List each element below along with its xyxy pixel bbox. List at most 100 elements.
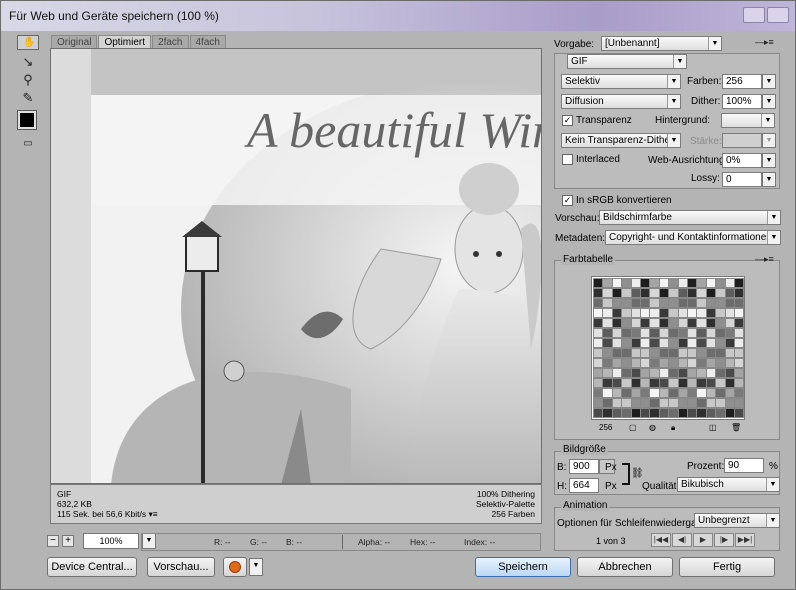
color-swatch-cell[interactable] xyxy=(734,348,745,358)
constrain-proportions-icon[interactable]: ⛓ xyxy=(631,468,644,479)
zoom-controls: − + 100% ▼ xyxy=(47,533,156,549)
amount-dropdown-arrow: ▼ xyxy=(762,133,776,148)
shift-to-web-palette-icon[interactable]: ◍ xyxy=(649,423,656,432)
percent-field[interactable]: 90 xyxy=(724,458,764,473)
color-swatch-cell[interactable] xyxy=(734,378,745,388)
last-frame-icon[interactable]: ▶▶| xyxy=(735,533,755,547)
web-snap-field[interactable]: 0% xyxy=(722,153,762,168)
image-preview[interactable]: A beautiful Win xyxy=(50,48,542,484)
dither-algorithm-select[interactable]: Diffusion ▼ xyxy=(561,94,681,109)
next-frame-icon[interactable]: |▶ xyxy=(714,533,734,547)
info-format: GIF xyxy=(57,489,72,499)
minimize-button[interactable] xyxy=(743,7,765,23)
width-field[interactable]: 900 xyxy=(569,459,599,474)
info-palette: Selektiv-Palette xyxy=(475,499,535,509)
srgb-checkbox[interactable]: ✓ xyxy=(562,195,573,206)
interlaced-checkbox[interactable] xyxy=(562,154,573,165)
color-swatch-cell[interactable] xyxy=(734,358,745,368)
srgb-label: In sRGB konvertieren xyxy=(576,195,672,206)
info-colors: 256 Farben xyxy=(491,509,535,519)
amount-field xyxy=(722,133,762,148)
loop-options-select[interactable]: Unbegrenzt ▼ xyxy=(694,513,780,528)
lossy-dropdown-arrow[interactable]: ▼ xyxy=(762,172,776,187)
color-swatch-cell[interactable] xyxy=(734,298,745,308)
view-tabs: Original Optimiert 2fach 4fach xyxy=(51,35,227,49)
transparency-dither-select[interactable]: Kein Transparenz-Dither ▼ xyxy=(561,133,681,148)
save-button[interactable]: Speichern xyxy=(475,557,571,577)
dither-dropdown-arrow[interactable]: ▼ xyxy=(762,94,776,109)
play-icon[interactable]: ▶ xyxy=(693,533,713,547)
tab-2up[interactable]: 2fach xyxy=(152,35,189,49)
colors-dropdown-arrow[interactable]: ▼ xyxy=(762,74,776,89)
lock-color-icon[interactable]: 🔒︎ xyxy=(671,423,675,433)
tab-optimized[interactable]: Optimiert xyxy=(98,35,152,49)
format-select[interactable]: GIF ▼ xyxy=(567,54,687,69)
preview-mode-label: Vorschau: xyxy=(555,213,600,224)
tab-4up[interactable]: 4fach xyxy=(189,35,226,49)
color-swatch-cell[interactable] xyxy=(734,278,745,288)
info-download-time: 115 Sek. bei 56,6 Kbit/s xyxy=(57,509,147,519)
slice-select-icon[interactable]: ↘ xyxy=(17,53,39,71)
preview-button[interactable]: Vorschau... xyxy=(147,557,215,577)
image-size-title: Bildgröße xyxy=(561,444,608,455)
frame-counter: 1 von 3 xyxy=(596,536,626,546)
previous-frame-icon[interactable]: ◀| xyxy=(672,533,692,547)
device-central-button[interactable]: Device Central... xyxy=(47,557,137,577)
map-to-transparent-icon[interactable]: ▢ xyxy=(629,423,637,432)
preview-headline: A beautiful Win xyxy=(244,102,542,158)
color-swatch-cell[interactable] xyxy=(734,338,745,348)
new-color-icon[interactable]: ◫ xyxy=(709,423,717,432)
colors-field[interactable]: 256 xyxy=(722,74,762,89)
delete-color-icon[interactable]: 🗑︎ xyxy=(731,423,741,432)
color-swatch-cell[interactable] xyxy=(734,368,745,378)
color-swatch-cell[interactable] xyxy=(734,308,745,318)
zoom-in-button[interactable]: + xyxy=(62,535,74,547)
metadata-select[interactable]: Copyright- und Kontaktinformationen ▼ xyxy=(605,230,781,245)
color-swatch-cell[interactable] xyxy=(734,318,745,328)
window-title: Für Web und Geräte speichern (100 %) xyxy=(9,9,219,23)
cancel-button[interactable]: Abbrechen xyxy=(577,557,673,577)
transparency-checkbox[interactable]: ✓ xyxy=(562,115,573,126)
tab-original[interactable]: Original xyxy=(51,35,98,49)
matte-label: Hintergrund: xyxy=(655,115,711,126)
eyedropper-color-swatch[interactable] xyxy=(17,110,37,130)
height-field[interactable]: 664 xyxy=(569,478,599,493)
colors-label: Farben: xyxy=(687,76,722,87)
quality-select[interactable]: Bikubisch ▼ xyxy=(677,477,780,492)
image-info-panel: GIF 632,2 KB 115 Sek. bei 56,6 Kbit/s ▾≡… xyxy=(50,484,542,524)
zoom-out-button[interactable]: − xyxy=(47,535,59,547)
matte-select[interactable]: ▼ xyxy=(721,113,775,128)
first-frame-icon[interactable]: |◀◀ xyxy=(651,533,671,547)
download-menu-icon[interactable]: ▾≡ xyxy=(149,509,158,519)
width-label: B: xyxy=(557,462,567,473)
done-button[interactable]: Fertig xyxy=(679,557,775,577)
settings-menu-icon[interactable]: —▸≡ xyxy=(755,37,774,48)
close-button[interactable] xyxy=(767,7,789,23)
color-swatch-cell[interactable] xyxy=(734,408,745,418)
web-snap-dropdown-arrow[interactable]: ▼ xyxy=(762,153,776,168)
color-table-grid[interactable] xyxy=(591,276,745,420)
color-swatch-cell[interactable] xyxy=(734,398,745,408)
dither-field[interactable]: 100% xyxy=(722,94,762,109)
browser-select-arrow[interactable]: ▼ xyxy=(249,558,263,576)
preview-mode-select[interactable]: Bildschirmfarbe ▼ xyxy=(599,210,781,225)
preset-select[interactable]: [Unbenannt] ▼ xyxy=(601,36,722,51)
browser-preview-button[interactable] xyxy=(223,557,247,577)
zoom-tool-icon[interactable]: ⚲ xyxy=(17,71,39,89)
color-reduction-select[interactable]: Selektiv ▼ xyxy=(561,74,681,89)
eyedropper-icon[interactable]: ✎ xyxy=(17,89,39,107)
color-count: 256 xyxy=(599,423,613,432)
hand-tool-icon[interactable]: ✋ xyxy=(17,35,39,50)
dither-label: Dither: xyxy=(691,96,721,107)
height-label: H: xyxy=(557,481,567,492)
color-table-menu-icon[interactable]: —▸≡ xyxy=(755,254,774,265)
status-alpha: Alpha: -- xyxy=(358,537,391,547)
title-bar: Für Web und Geräte speichern (100 %) xyxy=(1,1,795,31)
color-swatch-cell[interactable] xyxy=(734,328,745,338)
lossy-field[interactable]: 0 xyxy=(722,172,762,187)
color-swatch-cell[interactable] xyxy=(734,288,745,298)
color-swatch-cell[interactable] xyxy=(734,388,745,398)
transparency-label: Transparenz xyxy=(576,115,632,126)
toggle-slice-visibility-icon[interactable]: ▭ xyxy=(17,135,39,153)
zoom-level-field[interactable]: 100% xyxy=(83,533,139,549)
